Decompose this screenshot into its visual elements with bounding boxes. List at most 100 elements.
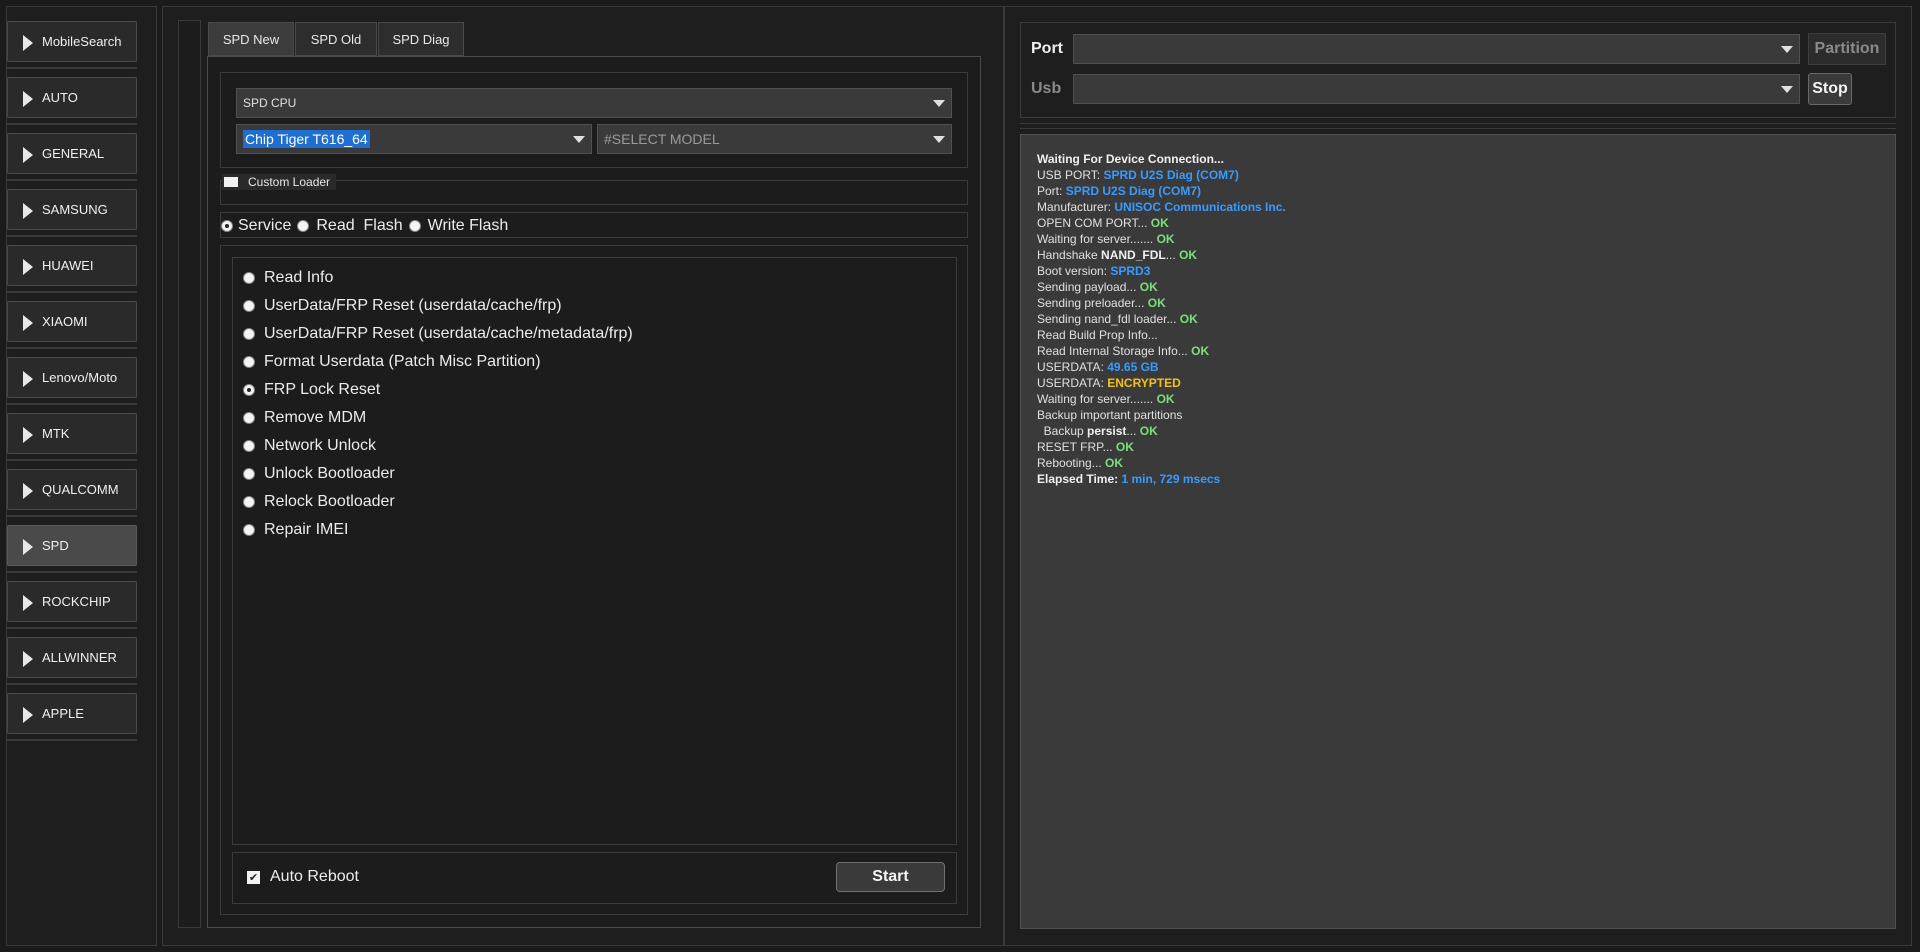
mode-read-flash-label[interactable]: Read Flash [316,217,402,235]
divider [7,459,137,461]
divider [7,571,137,573]
log-value: UNISOC Communications Inc. [1114,200,1286,214]
log-text: USERDATA: [1037,376,1108,390]
chevron-down-icon [1781,46,1793,53]
divider [7,739,137,741]
log-status: OK [1139,424,1158,438]
option-radio[interactable] [243,468,255,480]
option-label: Format Userdata (Patch Misc Partition) [264,353,541,370]
option-radio[interactable] [243,384,255,396]
option-remove-mdm[interactable]: Remove MDM [243,407,366,429]
sidebar-item-mtk[interactable]: MTK [7,413,137,454]
log-line: Elapsed Time: 1 min, 729 msecs [1037,471,1220,487]
sidebar-item-lenovo-moto[interactable]: Lenovo/Moto [7,357,137,398]
sidebar-item-mobilesearch[interactable]: MobileSearch [7,21,137,62]
log-text: Sending payload... [1037,280,1140,294]
mode-service-label[interactable]: Service [238,217,291,235]
sidebar-item-xiaomi[interactable]: XIAOMI [7,301,137,342]
chevron-down-icon [573,136,585,143]
mode-service-radio[interactable] [221,220,233,232]
option-network-unlock[interactable]: Network Unlock [243,435,376,457]
cpu-select[interactable]: SPD CPU [236,88,952,118]
option-relock-bootloader[interactable]: Relock Bootloader [243,491,395,513]
auto-reboot-label: Auto Reboot [270,868,359,885]
log-text: RESET FRP... [1037,440,1116,454]
option-repair-imei[interactable]: Repair IMEI [243,519,348,541]
custom-loader-checkbox[interactable] [224,177,238,187]
log-text: Rebooting... [1037,456,1106,470]
mode-read-flash-radio[interactable] [297,220,310,232]
log-status: OK [1150,216,1169,230]
option-radio[interactable] [243,272,255,284]
log-line: Waiting for server....... OK [1037,391,1175,407]
log-line: RESET FRP... OK [1037,439,1134,455]
tab-spd-diag[interactable]: SPD Diag [378,22,464,56]
log-text: Backup important partitions [1037,408,1183,422]
start-button[interactable]: Start [836,862,945,892]
sidebar-item-samsung[interactable]: SAMSUNG [7,189,137,230]
option-userdata-frp-reset-userdata-cache-frp[interactable]: UserData/FRP Reset (userdata/cache/frp) [243,295,562,317]
sidebar-item-label: HUAWEI [42,258,94,273]
option-radio[interactable] [243,412,255,424]
option-unlock-bootloader[interactable]: Unlock Bootloader [243,463,395,485]
sidebar-item-apple[interactable]: APPLE [7,693,137,734]
sidebar-item-label: AUTO [42,90,78,105]
mode-write-flash-radio[interactable] [408,220,421,232]
option-radio[interactable] [243,440,255,452]
log-text: Port: [1037,184,1066,198]
sidebar-item-qualcomm[interactable]: QUALCOMM [7,469,137,510]
partition-button[interactable]: Partition [1808,33,1886,65]
log-status: OK [1179,248,1198,262]
sidebar-item-rockchip[interactable]: ROCKCHIP [7,581,137,622]
custom-loader-label: Custom Loader [248,175,331,189]
option-format-userdata-patch-misc-partition[interactable]: Format Userdata (Patch Misc Partition) [243,351,541,373]
sidebar-item-label: ALLWINNER [42,650,117,665]
chip-select[interactable]: Chip Tiger T616_64 [236,124,592,154]
log-line: OPEN COM PORT... OK [1037,215,1169,231]
option-read-info[interactable]: Read Info [243,267,333,289]
tab-spd-new[interactable]: SPD New [208,22,294,56]
port-select[interactable] [1073,34,1800,64]
mode-write-flash-label[interactable]: Write Flash [428,217,509,235]
option-radio[interactable] [243,524,255,536]
stop-button[interactable]: Stop [1808,73,1852,105]
sidebar-item-huawei[interactable]: HUAWEI [7,245,137,286]
model-select[interactable]: #SELECT MODEL [597,124,952,154]
sidebar-item-auto[interactable]: AUTO [7,77,137,118]
log-line: Boot version: SPRD3 [1037,263,1150,279]
option-radio[interactable] [243,496,255,508]
log-line: Sending nand_fdl loader... OK [1037,311,1198,327]
log-line: Backup important partitions [1037,407,1182,423]
divider [7,683,137,685]
custom-loader-toggle[interactable]: Custom Loader [222,174,337,190]
divider [7,291,137,293]
play-icon [23,707,33,723]
log-text: ... [1126,424,1140,438]
option-label: Read Info [264,269,334,286]
option-userdata-frp-reset-userdata-cache-metadata-frp[interactable]: UserData/FRP Reset (userdata/cache/metad… [243,323,633,345]
log-text: Waiting For Device Connection... [1037,152,1224,166]
option-radio[interactable] [243,300,255,312]
auto-reboot-toggle[interactable]: ✔ Auto Reboot [247,866,359,888]
sidebar-item-spd[interactable]: SPD [7,525,137,566]
option-frp-lock-reset[interactable]: FRP Lock Reset [243,379,380,401]
option-radio[interactable] [243,328,255,340]
usb-select[interactable] [1073,74,1800,104]
log-status: OK [1105,456,1124,470]
port-label: Port [1031,40,1063,57]
log-status: OK [1156,392,1175,406]
check-icon[interactable]: ✔ [247,870,260,884]
sidebar-item-general[interactable]: GENERAL [7,133,137,174]
tab-spd-old[interactable]: SPD Old [295,22,377,56]
left-strip [178,20,201,928]
log-text: USB PORT: [1037,168,1104,182]
sidebar-item-allwinner[interactable]: ALLWINNER [7,637,137,678]
log-line: Port: SPRD U2S Diag (COM7) [1037,183,1201,199]
log-line: Handshake NAND_FDL... OK [1037,247,1197,263]
log-text: Read Internal Storage Info... [1037,344,1192,358]
option-radio[interactable] [243,356,255,368]
log-text: Boot version: [1037,264,1111,278]
play-icon [23,539,33,555]
log-status: OK [1139,280,1158,294]
log-text: Waiting for server....... [1037,392,1157,406]
